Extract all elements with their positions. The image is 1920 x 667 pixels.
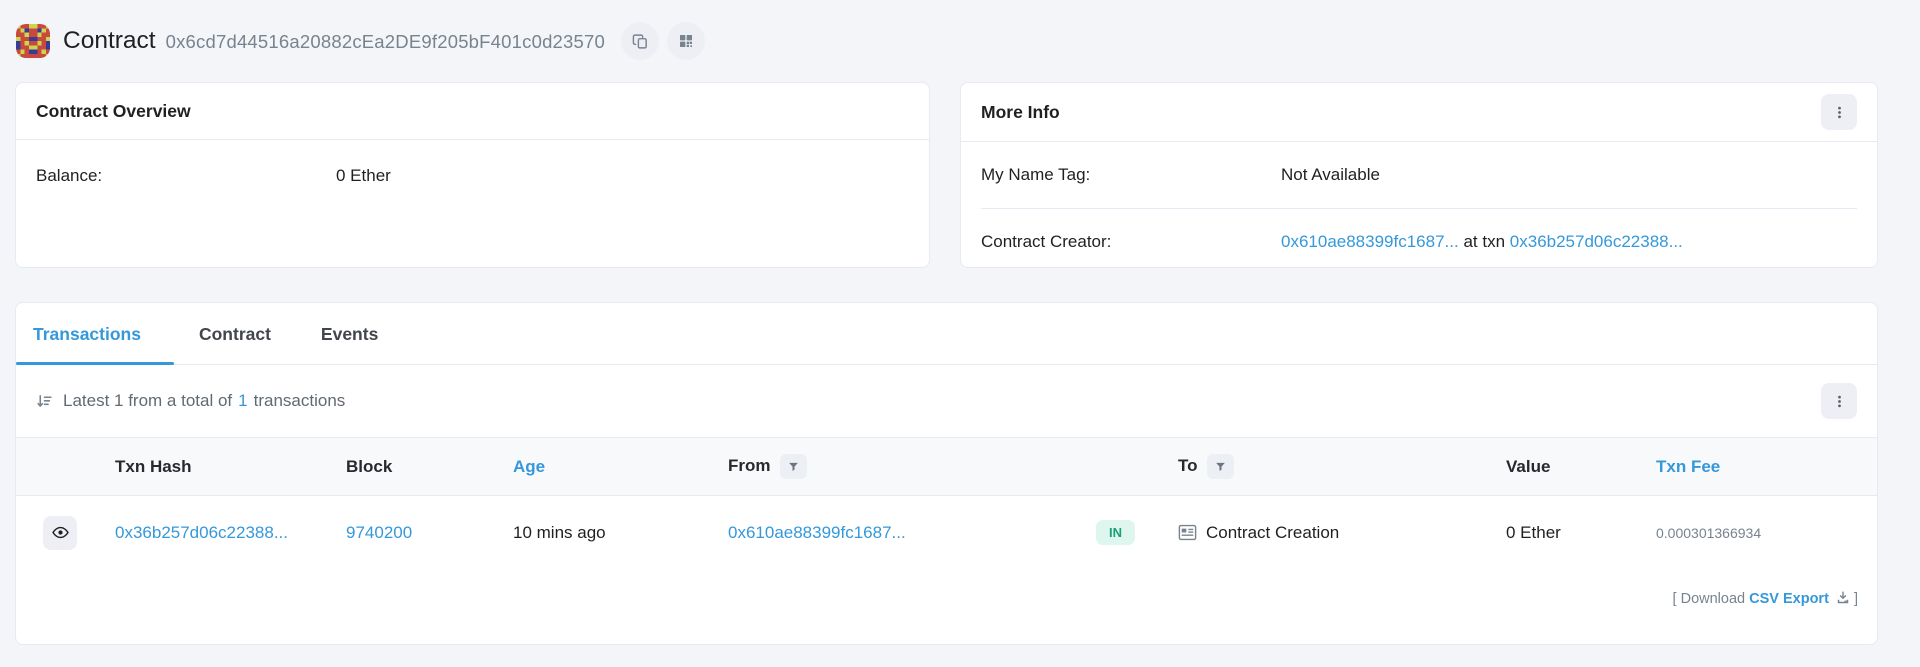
from-filter-button[interactable]: [780, 454, 807, 479]
header-value: Value: [1491, 438, 1641, 496]
page-title: Contract 0x6cd7d44516a20882cEa2DE9f205bF…: [63, 27, 605, 55]
more-info-title: More Info: [981, 102, 1060, 123]
qr-code-button[interactable]: [667, 22, 705, 60]
creator-address-link[interactable]: 0x610ae88399fc1687...: [1281, 232, 1459, 251]
name-tag-value: Not Available: [1281, 165, 1380, 185]
creator-connector-text: at txn: [1463, 232, 1505, 251]
contract-page: Contract 0x6cd7d44516a20882cEa2DE9f205bF…: [0, 0, 1920, 667]
to-value-cell: Contract Creation: [1178, 523, 1476, 543]
table-header-row: Txn Hash Block Age From To Value Txn Fee: [16, 438, 1877, 496]
contract-overview-card: Contract Overview Balance: 0 Ether: [15, 82, 930, 268]
txn-hash-link[interactable]: 0x36b257d06c22388...: [115, 523, 288, 542]
more-info-card: More Info My Name Tag: Not Available Con…: [960, 82, 1878, 268]
header-eye-column: [16, 438, 100, 496]
tab-transactions[interactable]: Transactions: [16, 303, 174, 364]
balance-value: 0 Ether: [336, 166, 391, 186]
transactions-table: Txn Hash Block Age From To Value Txn Fee: [16, 437, 1877, 569]
eye-icon: [52, 524, 69, 541]
contract-overview-header: Contract Overview: [16, 83, 929, 140]
block-link[interactable]: 9740200: [346, 523, 412, 542]
summary-cards-row: Contract Overview Balance: 0 Ether More …: [0, 82, 1920, 268]
csv-export-link[interactable]: CSV Export: [1749, 591, 1829, 607]
name-tag-label: My Name Tag:: [981, 165, 1281, 185]
more-info-menu-button[interactable]: [1821, 94, 1857, 130]
filter-funnel-icon: [788, 461, 799, 472]
csv-export-row: [ Download CSV Export ]: [16, 591, 1877, 609]
kebab-menu-icon: [1832, 105, 1847, 120]
from-address-link[interactable]: 0x610ae88399fc1687...: [728, 523, 906, 542]
header-to: To: [1163, 438, 1491, 496]
contract-identicon-icon: [16, 24, 50, 58]
contract-creator-row: Contract Creator: 0x610ae88399fc1687... …: [981, 208, 1857, 275]
header-txn-hash: Txn Hash: [100, 438, 331, 496]
copy-icon: [632, 33, 649, 50]
contract-overview-body: Balance: 0 Ether: [16, 140, 929, 212]
direction-in-badge: IN: [1096, 520, 1135, 545]
txn-fee-value: 0.000301366934: [1641, 496, 1877, 570]
header-from: From: [713, 438, 1081, 496]
tab-contract[interactable]: Contract: [174, 303, 296, 364]
creator-txn-link[interactable]: 0x36b257d06c22388...: [1510, 232, 1683, 251]
summary-prefix: Latest 1 from a total of: [63, 391, 232, 411]
header-from-label: From: [728, 456, 771, 475]
bracket-close: ]: [1854, 591, 1858, 607]
header-block: Block: [331, 438, 498, 496]
sort-amount-down-icon: [36, 393, 53, 410]
to-filter-button[interactable]: [1207, 454, 1234, 479]
tab-events[interactable]: Events: [296, 303, 403, 364]
more-info-header: More Info: [961, 83, 1877, 142]
header-txn-fee-link[interactable]: Txn Fee: [1656, 457, 1720, 476]
balance-row: Balance: 0 Ether: [36, 166, 909, 186]
summary-suffix: transactions: [254, 391, 346, 411]
to-value-text: Contract Creation: [1206, 523, 1339, 543]
header-age-link[interactable]: Age: [513, 457, 545, 476]
kebab-menu-icon: [1832, 394, 1847, 409]
balance-label: Balance:: [36, 166, 336, 186]
value-cell: 0 Ether: [1491, 496, 1641, 570]
copy-address-button[interactable]: [621, 22, 659, 60]
contract-address: 0x6cd7d44516a20882cEa2DE9f205bF401c0d235…: [166, 31, 605, 53]
transactions-menu-button[interactable]: [1821, 383, 1857, 419]
name-tag-row: My Name Tag: Not Available: [981, 142, 1857, 208]
summary-count-link[interactable]: 1: [238, 391, 247, 411]
contract-overview-title: Contract Overview: [36, 101, 191, 122]
transaction-row: 0x36b257d06c22388... 9740200 10 mins ago…: [16, 496, 1877, 570]
transactions-summary-text: Latest 1 from a total of 1 transactions: [36, 391, 345, 411]
contract-creator-label: Contract Creator:: [981, 232, 1281, 252]
tab-bar: Transactions Contract Events: [16, 303, 1877, 365]
page-header: Contract 0x6cd7d44516a20882cEa2DE9f205bF…: [0, 0, 1920, 82]
page-title-label: Contract: [63, 27, 156, 55]
filter-funnel-icon: [1215, 461, 1226, 472]
download-label: Download: [1681, 591, 1746, 607]
transactions-card: Transactions Contract Events Latest 1 fr…: [15, 302, 1878, 645]
contract-creation-icon: [1178, 524, 1197, 541]
bracket-open: [: [1673, 591, 1677, 607]
download-icon: [1836, 591, 1850, 609]
header-direction-column: [1081, 438, 1163, 496]
txn-preview-button[interactable]: [43, 516, 77, 550]
qr-code-icon: [678, 33, 694, 49]
header-to-label: To: [1178, 456, 1198, 475]
transactions-summary-row: Latest 1 from a total of 1 transactions: [16, 365, 1877, 437]
contract-creator-value: 0x610ae88399fc1687... at txn 0x36b257d06…: [1281, 232, 1683, 252]
age-value: 10 mins ago: [498, 496, 713, 570]
